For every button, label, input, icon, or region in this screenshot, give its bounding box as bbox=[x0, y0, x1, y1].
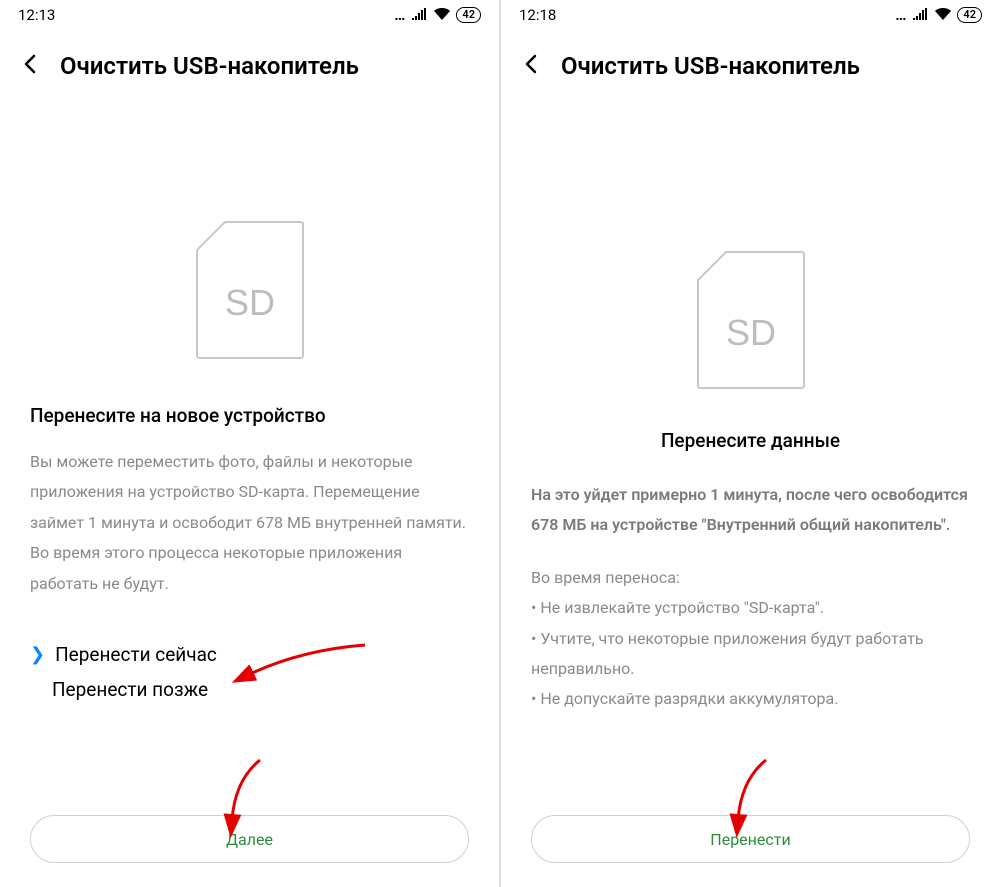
signal-bars-icon bbox=[913, 6, 929, 24]
body-text-bold: На это уйдет примерно 1 минута, после че… bbox=[531, 480, 970, 541]
section-subtitle: Перенесите на новое устройство bbox=[30, 404, 469, 427]
back-icon[interactable] bbox=[519, 52, 543, 80]
status-time: 12:13 bbox=[18, 6, 55, 24]
option-transfer-now[interactable]: ❯ Перенести сейчас bbox=[30, 637, 469, 672]
chevron-right-icon: ❯ bbox=[30, 644, 45, 665]
status-time: 12:18 bbox=[519, 6, 556, 24]
list-item: • Не извлекайте устройство "SD-карта". bbox=[531, 593, 970, 623]
page-header: Очистить USB-накопитель bbox=[501, 30, 1000, 90]
sd-card-icon: SD bbox=[696, 250, 806, 394]
option-label: Перенести позже bbox=[52, 678, 208, 701]
signal-bars-icon bbox=[412, 6, 428, 24]
page-title: Очистить USB-накопитель bbox=[60, 52, 359, 80]
transfer-button[interactable]: Перенести bbox=[531, 815, 970, 863]
signal-dots-icon: … bbox=[394, 6, 406, 24]
svg-text:SD: SD bbox=[725, 312, 775, 353]
option-transfer-later[interactable]: Перенести позже bbox=[30, 672, 469, 707]
body-text: Вы можете переместить фото, файлы и неко… bbox=[30, 447, 469, 599]
status-icons: … 42 bbox=[895, 6, 982, 24]
svg-text:SD: SD bbox=[224, 282, 274, 323]
page-header: Очистить USB-накопитель bbox=[0, 30, 499, 90]
battery-icon: 42 bbox=[456, 7, 481, 23]
button-label: Далее bbox=[226, 830, 273, 849]
wifi-icon bbox=[935, 6, 951, 24]
button-label: Перенести bbox=[710, 830, 790, 849]
list-item: • Не допускайте разрядки аккумулятора. bbox=[531, 684, 970, 714]
sd-card-icon: SD bbox=[195, 220, 305, 364]
status-icons: … 42 bbox=[394, 6, 481, 24]
wifi-icon bbox=[434, 6, 450, 24]
back-icon[interactable] bbox=[18, 52, 42, 80]
option-label: Перенести сейчас bbox=[55, 643, 217, 666]
phone-screen-left: 12:13 … 42 Очистить USB-накопитель SD Пе… bbox=[0, 0, 499, 887]
next-button[interactable]: Далее bbox=[30, 815, 469, 863]
phone-screen-right: 12:18 … 42 Очистить USB-накопитель SD Пе… bbox=[501, 0, 1000, 887]
battery-icon: 42 bbox=[957, 7, 982, 23]
status-bar: 12:13 … 42 bbox=[0, 0, 499, 30]
transfer-options: ❯ Перенести сейчас Перенести позже bbox=[30, 637, 469, 707]
status-bar: 12:18 … 42 bbox=[501, 0, 1000, 30]
list-heading: Во время переноса: bbox=[531, 563, 970, 593]
signal-dots-icon: … bbox=[895, 6, 907, 24]
list-item: • Учтите, что некоторые приложения будут… bbox=[531, 624, 970, 685]
section-subtitle: Перенесите данные bbox=[531, 429, 970, 452]
page-title: Очистить USB-накопитель bbox=[561, 52, 860, 80]
